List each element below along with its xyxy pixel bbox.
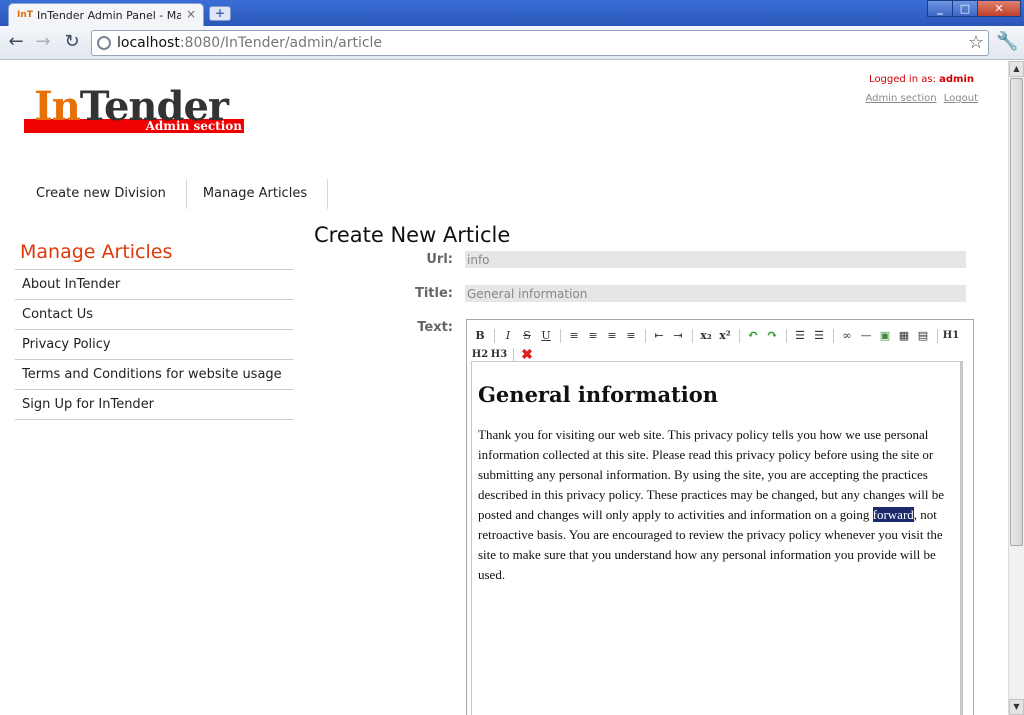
sidebar-item-about[interactable]: About InTender (15, 270, 293, 300)
sidebar-item-terms[interactable]: Terms and Conditions for website usage (15, 360, 293, 390)
toolbar-separator (833, 329, 834, 343)
login-status: Logged in as: admin (869, 74, 974, 85)
toolbar-separator (560, 329, 561, 343)
scrollbar-thumb[interactable] (1010, 78, 1023, 546)
indent-icon[interactable]: ⇥ (669, 328, 687, 344)
admin-section-link[interactable]: Admin section (865, 93, 936, 104)
justify-icon[interactable]: ≡ (622, 328, 640, 344)
editor-content[interactable]: General information Thank you for visiti… (471, 361, 963, 715)
strikethrough-button[interactable]: S (518, 328, 536, 344)
forward-icon[interactable]: → (32, 32, 54, 54)
admin-links: Admin section Logout (861, 93, 978, 104)
back-icon[interactable]: ← (5, 32, 27, 54)
logo-in: In (34, 83, 81, 130)
undo-icon[interactable]: ↶ (744, 328, 762, 344)
ordered-list-icon[interactable]: ☰ (791, 328, 809, 344)
h1-button[interactable]: H1 (942, 328, 960, 344)
browser-toolbar: ← → ↻ localhost:8080/InTender/admin/arti… (0, 26, 1024, 60)
bold-button[interactable]: B (471, 328, 489, 344)
redo-icon[interactable]: ↷ (763, 328, 781, 344)
page-title: Create New Article (314, 223, 511, 247)
url-host: localhost (117, 35, 180, 51)
toolbar-separator (937, 329, 938, 343)
table-icon[interactable]: ▦ (895, 328, 913, 344)
tab-title: InTender Admin Panel - Ma... (37, 9, 181, 22)
italic-button[interactable]: I (499, 328, 517, 344)
rich-text-editor: B I S U ≡ ≡ ≡ ≡ ⇤ ⇥ x₂ x² ↶ ↷ ☰ ☰ ∞ — ▣ … (466, 319, 974, 715)
toolbar-separator (513, 348, 514, 362)
window-close-icon[interactable]: ✕ (977, 0, 1021, 17)
scroll-up-icon[interactable]: ▲ (1009, 61, 1024, 77)
bookmark-star-icon[interactable]: ☆ (968, 32, 984, 53)
url-label: Url: (426, 252, 453, 267)
logout-link[interactable]: Logout (944, 93, 978, 104)
sidebar-title: Manage Articles (15, 241, 293, 270)
sidebar-item-privacy[interactable]: Privacy Policy (15, 330, 293, 360)
selected-text: forward (872, 507, 914, 522)
toolbar-row: B I S U ≡ ≡ ≡ ≡ ⇤ ⇥ x₂ x² ↶ ↷ ☰ ☰ ∞ — ▣ … (471, 327, 961, 345)
image-icon[interactable]: ▣ (876, 328, 894, 344)
nav-create-division[interactable]: Create new Division (20, 179, 187, 209)
text-label: Text: (417, 320, 453, 335)
editor-toolbar: B I S U ≡ ≡ ≡ ≡ ⇤ ⇥ x₂ x² ↶ ↷ ☰ ☰ ∞ — ▣ … (471, 324, 965, 364)
reload-icon[interactable]: ↻ (61, 32, 83, 54)
subscript-button[interactable]: x₂ (697, 328, 715, 344)
url-text[interactable]: localhost:8080/InTender/admin/article (117, 35, 382, 51)
align-left-icon[interactable]: ≡ (565, 328, 583, 344)
underline-button[interactable]: U (537, 328, 555, 344)
horizontal-rule-icon[interactable]: — (857, 328, 875, 344)
nav-manage-articles[interactable]: Manage Articles (187, 179, 329, 209)
sidebar: Manage Articles About InTender Contact U… (15, 241, 293, 420)
unordered-list-icon[interactable]: ☰ (810, 328, 828, 344)
intender-logo[interactable]: Admin section InTender (24, 83, 244, 135)
logged-in-user: admin (939, 74, 974, 85)
toolbar-separator (692, 329, 693, 343)
browser-titlebar: InT InTender Admin Panel - Ma... × + _ □… (0, 0, 1024, 26)
link-icon[interactable]: ∞ (838, 328, 856, 344)
align-right-icon[interactable]: ≡ (603, 328, 621, 344)
wrench-icon[interactable]: 🔧 (996, 31, 1018, 52)
minimize-icon[interactable]: _ (927, 0, 953, 17)
align-center-icon[interactable]: ≡ (584, 328, 602, 344)
title-label: Title: (414, 286, 453, 301)
favicon-icon: InT (17, 10, 33, 20)
page-content: Admin section InTender Logged in as: adm… (0, 61, 1008, 715)
address-bar[interactable]: localhost:8080/InTender/admin/article ☆ (91, 30, 989, 56)
superscript-button[interactable]: x² (716, 328, 734, 344)
maximize-icon[interactable]: □ (952, 0, 978, 17)
sidebar-item-contact[interactable]: Contact Us (15, 300, 293, 330)
sidebar-item-signup[interactable]: Sign Up for InTender (15, 390, 293, 420)
article-paragraph: Thank you for visiting our web site. Thi… (478, 425, 954, 585)
toolbar-separator (645, 329, 646, 343)
source-code-icon[interactable]: ▤ (914, 328, 932, 344)
top-navigation: Create new Division Manage Articles (20, 179, 329, 209)
article-heading: General information (478, 382, 719, 407)
globe-icon (97, 36, 111, 50)
title-field[interactable] (465, 285, 966, 302)
logo-tender: Tender (79, 83, 229, 130)
url-field[interactable] (465, 251, 966, 268)
outdent-icon[interactable]: ⇤ (650, 328, 668, 344)
toolbar-separator (494, 329, 495, 343)
toolbar-separator (739, 329, 740, 343)
browser-tab[interactable]: InT InTender Admin Panel - Ma... × (8, 3, 204, 26)
logged-in-label: Logged in as: (869, 74, 936, 85)
logo-text: InTender (34, 83, 229, 130)
new-tab-button[interactable]: + (209, 6, 231, 21)
tab-close-icon[interactable]: × (186, 7, 196, 21)
url-path: :8080/InTender/admin/article (179, 35, 383, 51)
scroll-down-icon[interactable]: ▼ (1009, 699, 1024, 715)
toolbar-separator (786, 329, 787, 343)
vertical-scrollbar[interactable]: ▲ ▼ (1008, 61, 1024, 715)
